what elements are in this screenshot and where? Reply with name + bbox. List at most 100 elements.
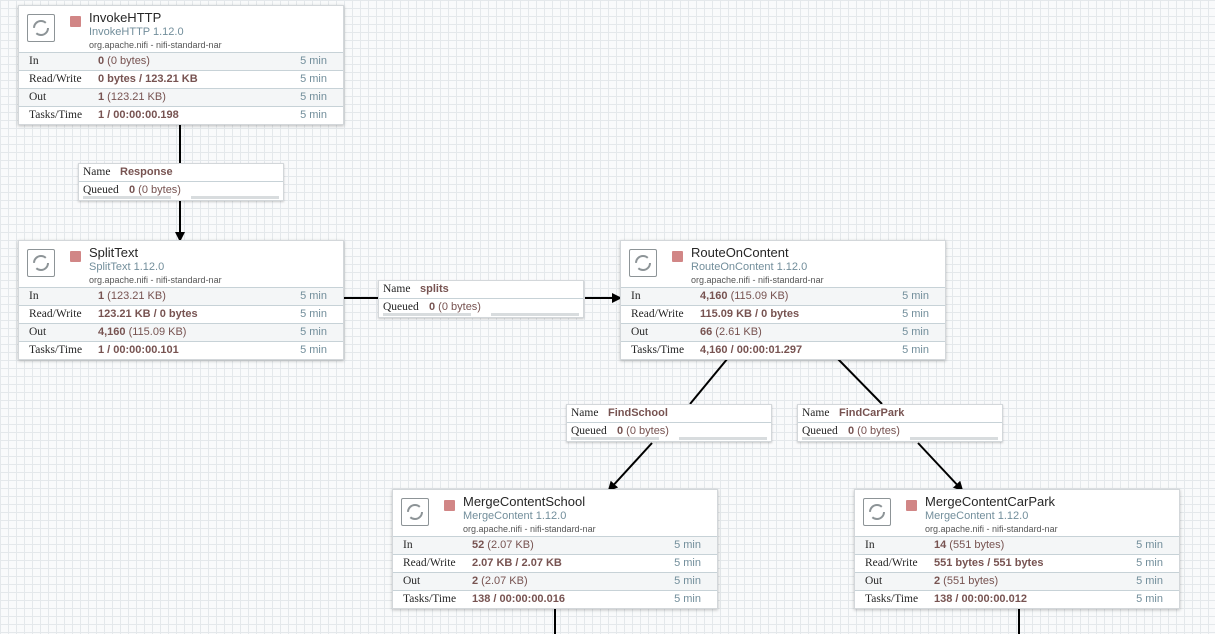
backpressure-count-bar [83, 196, 171, 199]
edge-findcarpark-upper [836, 357, 883, 405]
stat-value: 138 / 00:00:00.012 [934, 593, 1027, 605]
stat-value: 2.07 KB / 2.07 KB [472, 557, 562, 569]
stat-period: 5 min [1136, 575, 1163, 587]
stat-sub: (551 bytes) [946, 539, 1005, 551]
stat-sub: (0 bytes) [104, 55, 150, 67]
stat-label: In [865, 539, 875, 551]
stat-row-in: In 52 (2.07 KB) 5 min [393, 536, 717, 554]
stat-row-out: Out 66 (2.61 KB) 5 min [621, 323, 945, 341]
stat-row-tasks: Tasks/Time 1 / 00:00:00.198 5 min [19, 106, 343, 124]
edge-findschool-lower [607, 442, 653, 492]
processor-type: MergeContent 1.12.0 [463, 510, 567, 522]
processor-mergecontentcarpark[interactable]: MergeContentCarPark MergeContent 1.12.0 … [854, 489, 1180, 609]
processor-bundle: org.apache.nifi - nifi-standard-nar [89, 275, 222, 285]
processor-name: SplitText [89, 245, 139, 260]
connection-name: splits [420, 283, 449, 295]
stat-period: 5 min [1136, 539, 1163, 551]
processor-routeoncontent[interactable]: RouteOnContent RouteOnContent 1.12.0 org… [620, 240, 946, 360]
connection-splits[interactable]: Name splits Queued 0 (0 bytes) [378, 280, 584, 318]
processor-name: InvokeHTTP [89, 10, 162, 25]
connection-name-label: Name [383, 283, 411, 295]
processor-bundle: org.apache.nifi - nifi-standard-nar [89, 40, 222, 50]
stat-row-in: In 0 (0 bytes) 5 min [19, 52, 343, 70]
stat-value: 115.09 KB / 0 bytes [700, 308, 800, 320]
backpressure-count-bar [571, 437, 659, 440]
processor-invokehttp[interactable]: InvokeHTTP InvokeHTTP 1.12.0 org.apache.… [18, 5, 344, 125]
stat-period: 5 min [902, 290, 929, 302]
stat-sub: (2.07 KB) [478, 575, 528, 587]
stat-sub: (551 bytes) [940, 575, 999, 587]
stat-value: 66 [700, 326, 713, 338]
queued-size: (0 bytes) [854, 425, 900, 437]
processor-type: MergeContent 1.12.0 [925, 510, 1029, 522]
stat-row-readwrite: Read/Write 2.07 KB / 2.07 KB 5 min [393, 554, 717, 572]
connection-name-label: Name [571, 407, 599, 419]
stat-value: 52 [472, 539, 485, 551]
processor-mergecontentschool[interactable]: MergeContentSchool MergeContent 1.12.0 o… [392, 489, 718, 609]
connection-name-label: Name [802, 407, 830, 419]
processor-type: RouteOnContent 1.12.0 [691, 261, 808, 273]
stat-label: Out [865, 575, 883, 587]
stat-period: 5 min [300, 326, 327, 338]
processor-type: SplitText 1.12.0 [89, 261, 165, 273]
stat-label: Tasks/Time [403, 593, 457, 605]
processor-name: MergeContentCarPark [925, 494, 1056, 509]
stat-sub: (115.09 KB) [727, 290, 789, 302]
stat-label: Tasks/Time [865, 593, 919, 605]
stat-period: 5 min [902, 344, 929, 356]
stat-label: In [29, 290, 39, 302]
stat-row-tasks: Tasks/Time 138 / 00:00:00.016 5 min [393, 590, 717, 608]
stat-sub: (123.21 KB) [104, 290, 166, 302]
processor-bundle: org.apache.nifi - nifi-standard-nar [691, 275, 824, 285]
stat-period: 5 min [300, 73, 327, 85]
stat-period: 5 min [300, 344, 327, 356]
connection-name-label: Name [83, 166, 111, 178]
stat-period: 5 min [1136, 557, 1163, 569]
stat-row-readwrite: Read/Write 551 bytes / 551 bytes 5 min [855, 554, 1179, 572]
connection-findcarpark[interactable]: Name FindCarPark Queued 0 (0 bytes) [797, 404, 1003, 442]
stat-sub: (115.09 KB) [125, 326, 187, 338]
backpressure-size-bar [679, 437, 767, 440]
stat-row-readwrite: Read/Write 0 bytes / 123.21 KB 5 min [19, 70, 343, 88]
connection-findschool[interactable]: Name FindSchool Queued 0 (0 bytes) [566, 404, 772, 442]
stat-label: Tasks/Time [29, 344, 83, 356]
stat-period: 5 min [674, 593, 701, 605]
edge-findschool-upper [689, 357, 729, 405]
stat-value: 138 / 00:00:00.016 [472, 593, 565, 605]
stat-period: 5 min [300, 109, 327, 121]
stopped-icon [444, 500, 455, 511]
stat-period: 5 min [1136, 593, 1163, 605]
connection-name: Response [120, 166, 173, 178]
stat-row-readwrite: Read/Write 123.21 KB / 0 bytes 5 min [19, 305, 343, 323]
stat-value: 1 / 00:00:00.198 [98, 109, 179, 121]
processor-icon [27, 249, 55, 277]
flow-canvas[interactable]: InvokeHTTP InvokeHTTP 1.12.0 org.apache.… [0, 0, 1215, 634]
backpressure-size-bar [910, 437, 998, 440]
stat-value: 14 [934, 539, 947, 551]
processor-bundle: org.apache.nifi - nifi-standard-nar [925, 524, 1058, 534]
stat-period: 5 min [674, 539, 701, 551]
stat-label: Read/Write [29, 73, 82, 85]
stat-label: Out [631, 326, 649, 338]
stat-label: Out [29, 326, 47, 338]
connection-response[interactable]: Name Response Queued 0 (0 bytes) [78, 163, 284, 201]
stopped-icon [906, 500, 917, 511]
stat-label: Tasks/Time [631, 344, 685, 356]
backpressure-size-bar [491, 313, 579, 316]
stat-row-tasks: Tasks/Time 4,160 / 00:00:01.297 5 min [621, 341, 945, 359]
processor-name: MergeContentSchool [463, 494, 586, 509]
stat-row-out: Out 2 (2.07 KB) 5 min [393, 572, 717, 590]
stat-label: In [631, 290, 641, 302]
stat-row-tasks: Tasks/Time 1 / 00:00:00.101 5 min [19, 341, 343, 359]
processor-icon [401, 498, 429, 526]
stat-value: 4,160 [700, 290, 728, 302]
edge-findcarpark-lower [917, 442, 964, 492]
stat-period: 5 min [902, 326, 929, 338]
processor-splittext[interactable]: SplitText SplitText 1.12.0 org.apache.ni… [18, 240, 344, 360]
stat-period: 5 min [674, 557, 701, 569]
stat-sub: (2.61 KB) [712, 326, 762, 338]
stat-sub: (2.07 KB) [484, 539, 534, 551]
stat-value: 1 / 00:00:00.101 [98, 344, 179, 356]
stat-value: 4,160 [98, 326, 126, 338]
backpressure-count-bar [802, 437, 890, 440]
